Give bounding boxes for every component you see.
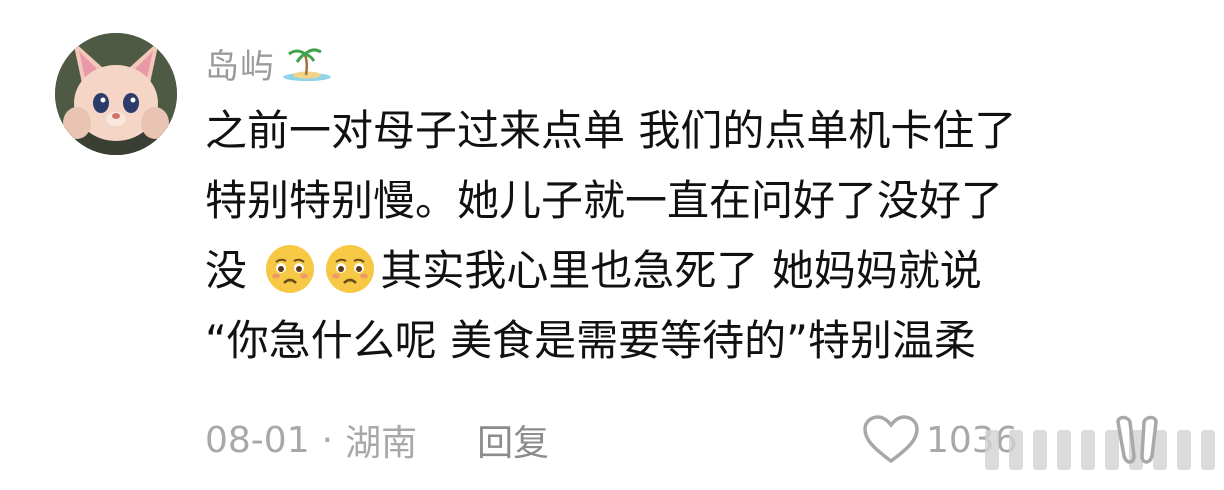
meta-separator: · xyxy=(321,419,334,461)
username-text: 岛屿 xyxy=(205,46,275,87)
heart-icon xyxy=(863,415,919,464)
comment-line-3-text: 其实我心里也急死了 她妈妈就说 xyxy=(380,246,982,295)
pleading-face-icon xyxy=(326,245,375,293)
comment-meta: 08-01 · 湖南 回复 xyxy=(205,412,549,468)
dislike-icon[interactable] xyxy=(1108,412,1166,468)
avatar-image xyxy=(55,33,177,155)
comment-line-4: “你急什么呢 美食是需要等待的”特别温柔 xyxy=(205,316,976,365)
comment-line-3: 没 其实我心里也急死了 她妈妈就说 xyxy=(205,236,1205,306)
comment-line-1: 之前一对母子过来点单 我们的点单机卡住了 xyxy=(205,106,1017,155)
username[interactable]: 岛屿 xyxy=(205,40,333,87)
comment-body: 之前一对母子过来点单 我们的点单机卡住了 特别特别慢。她儿子就一直在问好了没好了… xyxy=(205,96,1205,376)
comment-date: 08-01 xyxy=(205,419,310,461)
watermark-overlay xyxy=(985,430,1224,470)
reply-button[interactable]: 回复 xyxy=(477,414,549,466)
pleading-face-icon xyxy=(266,245,315,293)
comment-location: 湖南 xyxy=(345,423,418,464)
palm-island-icon xyxy=(283,48,331,81)
comment-line-3-prefix: 没 xyxy=(205,246,248,295)
comment-line-2: 特别特别慢。她儿子就一直在问好了没好了 xyxy=(205,176,1004,225)
user-avatar[interactable] xyxy=(55,33,177,155)
